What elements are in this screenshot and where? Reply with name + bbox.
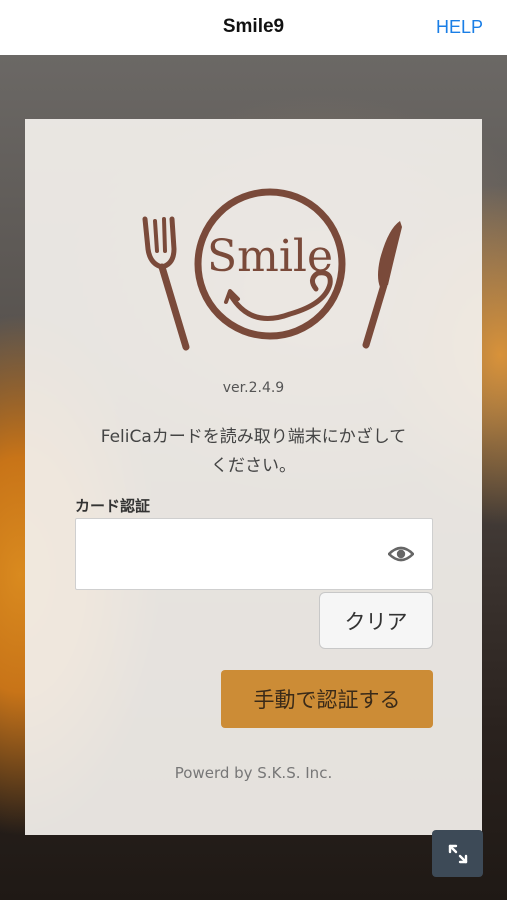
help-link[interactable]: HELP xyxy=(436,17,483,38)
instruction-line-1: FeliCaカードを読み取り端末にかざして xyxy=(100,427,407,447)
knife-icon xyxy=(362,221,402,349)
expand-icon xyxy=(448,844,467,863)
instruction-message: FeliCaカードを読み取り端末にかざして ください。 xyxy=(65,423,442,481)
instruction-line-2: ください。 xyxy=(211,456,296,476)
card-auth-field xyxy=(75,518,433,591)
card-auth-label: カード認証 xyxy=(75,497,151,515)
footer-credit: Powerd by S.K.S. Inc. xyxy=(174,764,333,782)
navigation-bar: Smile9 HELP xyxy=(0,0,507,55)
manual-auth-button[interactable]: 手動で認証する xyxy=(221,670,433,728)
expand-button[interactable] xyxy=(432,830,483,877)
app-title: Smile9 xyxy=(222,16,285,37)
card-auth-input[interactable] xyxy=(86,519,380,591)
fork-icon xyxy=(142,216,190,351)
smile-logo: Smile xyxy=(142,188,402,351)
version-label: ver.2.4.9 xyxy=(222,380,285,396)
clear-button[interactable]: クリア xyxy=(319,592,433,649)
login-card: Smile ver.2.4.9 FeliCaカードを読み取り端末にかざして くだ… xyxy=(25,119,482,835)
logo-text: Smile xyxy=(207,231,333,282)
eye-icon[interactable] xyxy=(388,543,414,565)
